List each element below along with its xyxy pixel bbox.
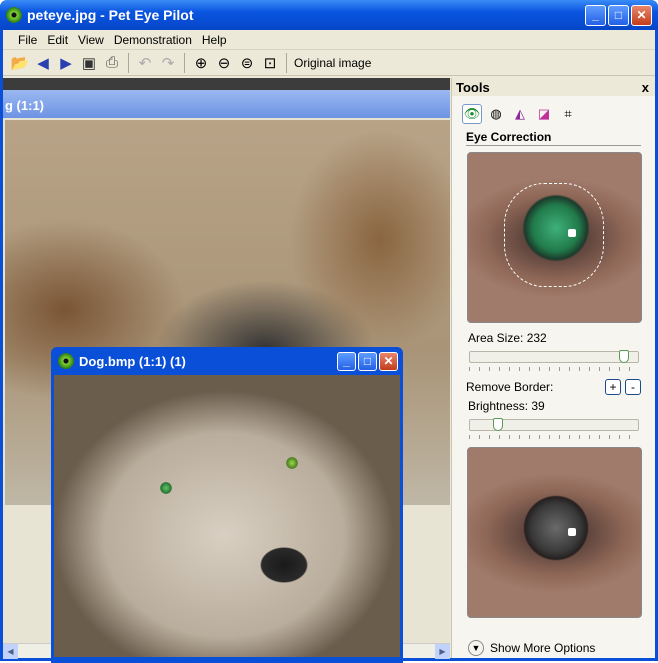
app-logo-icon <box>6 7 22 23</box>
tools-title: Tools <box>456 79 490 95</box>
redo-icon[interactable]: ↷ <box>159 54 177 72</box>
chevron-down-icon[interactable]: ▼ <box>468 640 484 656</box>
zoom-actual-icon[interactable]: ⊡ <box>261 54 279 72</box>
brightness-label: Brightness: 39 <box>468 399 545 413</box>
zoom-in-icon[interactable]: ⊕ <box>192 54 210 72</box>
toolbar: 📂 ◀ ▶ ▣ ⎙ ↶ ↷ ⊕ ⊖ ⊜ ⊡ Original image <box>3 50 655 76</box>
scroll-left-icon[interactable]: ◀ <box>3 644 18 659</box>
open-folder-icon[interactable]: 📂 <box>11 54 30 72</box>
window-title: peteye.jpg - Pet Eye Pilot <box>27 7 194 23</box>
title-bar: peteye.jpg - Pet Eye Pilot _ □ ✕ <box>0 0 658 30</box>
menu-bar: File Edit View Demonstration Help <box>3 30 655 50</box>
pupil-tool-icon[interactable]: ◍ <box>486 104 506 124</box>
background-document-title[interactable]: g (1:1) <box>3 90 450 118</box>
show-more-label[interactable]: Show More Options <box>490 641 595 655</box>
section-title: Eye Correction <box>466 130 641 146</box>
eye-preview-after <box>467 447 642 618</box>
back-arrow-icon[interactable]: ◀ <box>34 54 52 72</box>
brightness-slider-knob[interactable] <box>492 418 503 431</box>
tools-panel: Tools x 👁 ◍ ◭ ◪ ⌗ Eye Correction Area Siz… <box>451 78 655 658</box>
separator <box>184 52 185 73</box>
area-size-slider-knob[interactable] <box>618 350 629 363</box>
menu-edit[interactable]: Edit <box>42 33 73 47</box>
eye-tool-icon[interactable]: 👁 <box>462 104 482 124</box>
original-image-button[interactable]: Original image <box>294 56 371 70</box>
menu-demonstration[interactable]: Demonstration <box>109 33 197 47</box>
area-size-slider[interactable] <box>469 349 639 373</box>
separator <box>286 52 287 73</box>
close-button[interactable]: ✕ <box>631 4 652 26</box>
menu-view[interactable]: View <box>73 33 109 47</box>
area-size-label: Area Size: 232 <box>468 331 547 345</box>
separator <box>128 52 129 73</box>
print-icon[interactable]: ⎙ <box>103 54 121 72</box>
panel-close-icon[interactable]: x <box>642 80 649 95</box>
zoom-out-icon[interactable]: ⊖ <box>215 54 233 72</box>
eye-preview-before[interactable] <box>467 152 642 323</box>
scroll-right-icon[interactable]: ▶ <box>435 644 450 659</box>
brightness-slider[interactable] <box>469 417 639 441</box>
maximize-button[interactable]: □ <box>608 4 629 26</box>
menu-file[interactable]: File <box>13 33 42 47</box>
undo-icon[interactable]: ↶ <box>136 54 154 72</box>
save-icon[interactable]: ▣ <box>80 54 98 72</box>
remove-border-label: Remove Border: <box>466 380 554 394</box>
border-plus-button[interactable]: + <box>605 379 621 395</box>
resize-tool-icon[interactable]: ◪ <box>534 104 554 124</box>
dog-bmp-window: Dog.bmp (1:1) (1) _ □ ✕ <box>51 347 403 663</box>
child-minimize-button[interactable]: _ <box>337 351 356 371</box>
main-window: peteye.jpg - Pet Eye Pilot _ □ ✕ File Ed… <box>0 0 658 663</box>
forward-arrow-icon[interactable]: ▶ <box>57 54 75 72</box>
crop-tool-icon[interactable]: ⌗ <box>558 104 578 124</box>
minimize-button[interactable]: _ <box>585 4 606 26</box>
menu-help[interactable]: Help <box>197 33 232 47</box>
app-logo-icon <box>58 353 74 369</box>
dog-photo <box>54 375 400 657</box>
border-minus-button[interactable]: - <box>625 379 641 395</box>
child-window-title: Dog.bmp (1:1) (1) <box>79 353 186 369</box>
show-more-options[interactable]: ▼ Show More Options <box>468 640 595 656</box>
child-maximize-button[interactable]: □ <box>358 351 377 371</box>
rotate-tool-icon[interactable]: ◭ <box>510 104 530 124</box>
child-title-bar: Dog.bmp (1:1) (1) _ □ ✕ <box>54 347 400 375</box>
child-close-button[interactable]: ✕ <box>379 351 398 371</box>
zoom-fit-icon[interactable]: ⊜ <box>238 54 256 72</box>
